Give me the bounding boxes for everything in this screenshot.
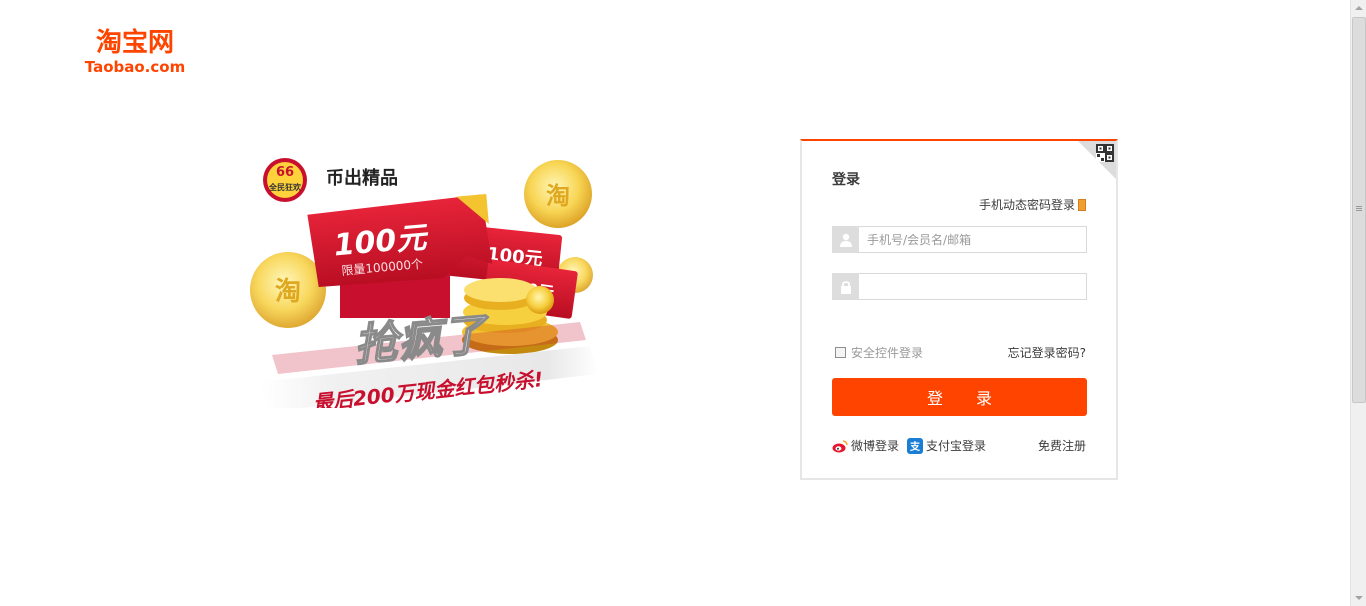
phone-icon	[1078, 198, 1086, 211]
vertical-scrollbar[interactable]	[1350, 0, 1366, 606]
scroll-thumb[interactable]	[1352, 17, 1366, 403]
logo-english-text: Taobao.com	[84, 58, 186, 76]
user-icon	[832, 226, 859, 253]
secure-login-option[interactable]: 安全控件登录	[835, 344, 923, 361]
secure-login-label: 安全控件登录	[851, 346, 924, 360]
sms-login-link[interactable]: 手机动态密码登录	[979, 196, 1086, 213]
badge-label: 全民狂欢	[268, 182, 302, 192]
coin-top-right-char: 淘	[546, 182, 570, 210]
coin-left-char: 淘	[275, 277, 301, 307]
qr-login-toggle[interactable]	[1078, 141, 1116, 179]
logo-chinese-text: 淘宝网	[95, 28, 174, 58]
lock-icon	[832, 273, 859, 300]
username-field	[832, 226, 1087, 253]
sms-login-label: 手机动态密码登录	[978, 198, 1075, 212]
promo-banner[interactable]: 淘 淘 100元 50元 100元 限量100000个 66 全民狂欢 币出精品	[250, 150, 602, 415]
secure-login-checkbox[interactable]	[835, 347, 846, 358]
username-input[interactable]	[859, 226, 1087, 253]
scroll-down-arrow-icon[interactable]	[1351, 590, 1366, 606]
register-link[interactable]: 免费注册	[1038, 437, 1086, 454]
weibo-login-label: 微博登录	[851, 439, 900, 453]
brand-tag: 币出精品	[326, 167, 398, 189]
badge-number: 66	[276, 165, 294, 180]
password-field	[832, 273, 1087, 300]
login-title: 登录	[832, 172, 860, 188]
scroll-up-arrow-icon[interactable]	[1351, 0, 1366, 16]
third-party-login: 微博登录 支 支付宝登录	[832, 437, 994, 454]
svg-text:支: 支	[909, 440, 921, 453]
forgot-password-link[interactable]: 忘记登录密码?	[1008, 344, 1086, 361]
qr-code-icon	[1096, 144, 1114, 162]
festival-badge: 66 全民狂欢	[263, 158, 307, 202]
login-panel: 登录 手机动态密码登录 安全控件登录 忘记登录密码? 登 录	[800, 139, 1118, 480]
login-button[interactable]: 登 录	[832, 378, 1087, 416]
password-input[interactable]	[859, 273, 1087, 300]
alipay-login-label: 支付宝登录	[926, 439, 987, 453]
weibo-icon	[832, 439, 848, 452]
weibo-login-link[interactable]: 微博登录	[832, 437, 899, 454]
alipay-login-link[interactable]: 支 支付宝登录	[907, 437, 986, 454]
taobao-logo[interactable]: 淘宝网 Taobao.com	[80, 28, 190, 76]
alipay-icon: 支	[907, 437, 924, 454]
